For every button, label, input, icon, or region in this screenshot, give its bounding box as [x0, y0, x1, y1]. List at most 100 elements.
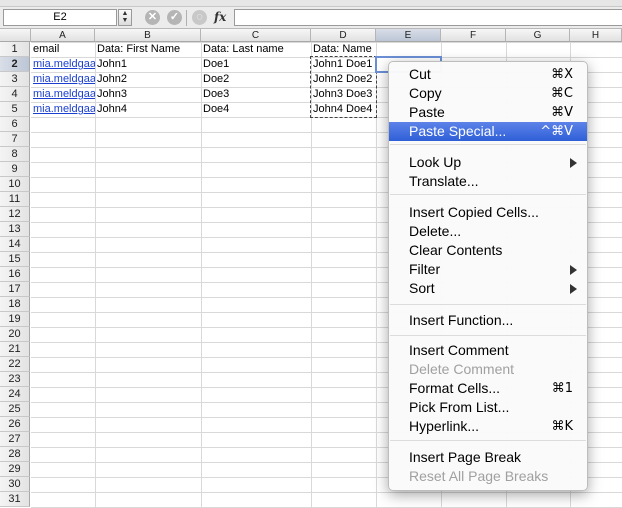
- row-header-23[interactable]: 23: [0, 372, 30, 387]
- row-header-13[interactable]: 13: [0, 222, 30, 237]
- menu-separator: [390, 144, 586, 145]
- row-header-28[interactable]: 28: [0, 447, 30, 462]
- column-header-b[interactable]: B: [95, 29, 201, 42]
- formula-bar: E2 ▲ ▼ ✕ ✓ ◌ fx: [0, 7, 622, 29]
- column-header-f[interactable]: F: [441, 29, 506, 42]
- row-header-24[interactable]: 24: [0, 387, 30, 402]
- row-header-21[interactable]: 21: [0, 342, 30, 357]
- row-header-31[interactable]: 31: [0, 492, 30, 507]
- menu-item-filter[interactable]: Filter: [389, 260, 587, 279]
- menu-item-paste-special[interactable]: Paste Special... ^⌘V: [389, 122, 587, 141]
- row-header-18[interactable]: 18: [0, 297, 30, 312]
- cell-b2[interactable]: John1: [95, 57, 201, 72]
- row-header-4[interactable]: 4: [0, 87, 30, 102]
- column-header-g[interactable]: G: [506, 29, 570, 42]
- menu-item-insert-comment[interactable]: Insert Comment: [389, 341, 587, 360]
- cell-c2[interactable]: Doe1: [201, 57, 311, 72]
- column-header-h[interactable]: H: [570, 29, 622, 42]
- cell-a5[interactable]: mia.meldgaa: [31, 102, 95, 117]
- menu-item-hyperlink[interactable]: Hyperlink... ⌘K: [389, 417, 587, 436]
- menu-item-delete-comment: Delete Comment: [409, 361, 515, 377]
- paste-shortcut: ⌘V: [551, 105, 573, 120]
- name-box-stepper[interactable]: ▲ ▼: [118, 9, 132, 26]
- cell-d1[interactable]: Data: Name: [311, 42, 376, 57]
- window-top-strip: [0, 0, 622, 7]
- cell-c3[interactable]: Doe2: [201, 72, 311, 87]
- row-header-20[interactable]: 20: [0, 327, 30, 342]
- row-header-2[interactable]: 2: [0, 57, 30, 72]
- row-header-19[interactable]: 19: [0, 312, 30, 327]
- row-header-1[interactable]: 1: [0, 42, 30, 57]
- cell-b4[interactable]: John3: [95, 87, 201, 102]
- row-header-7[interactable]: 7: [0, 132, 30, 147]
- cancel-icon[interactable]: ✕: [145, 10, 160, 25]
- cell-c4[interactable]: Doe3: [201, 87, 311, 102]
- hyperlink-shortcut: ⌘K: [551, 419, 573, 434]
- menu-item-insert-copied-cells[interactable]: Insert Copied Cells...: [389, 203, 587, 222]
- row-header-12[interactable]: 12: [0, 207, 30, 222]
- row-header-27[interactable]: 27: [0, 432, 30, 447]
- menu-separator: [390, 194, 586, 195]
- cell-a2[interactable]: mia.meldgaa: [31, 57, 95, 72]
- cell-b5[interactable]: John4: [95, 102, 201, 117]
- menu-item-format-cells[interactable]: Format Cells... ⌘1: [389, 379, 587, 398]
- row-header-10[interactable]: 10: [0, 177, 30, 192]
- menu-item-pick-from-list[interactable]: Pick From List...: [389, 398, 587, 417]
- cell-b1[interactable]: Data: First Name: [95, 42, 201, 57]
- row-header-3[interactable]: 3: [0, 72, 30, 87]
- menu-item-insert-page-break[interactable]: Insert Page Break: [389, 448, 587, 467]
- context-menu: Cut ⌘X Copy ⌘C Paste ⌘V Paste Special...…: [388, 61, 588, 491]
- row-header-5[interactable]: 5: [0, 102, 30, 117]
- menu-item-reset-all-page-breaks: Reset All Page Breaks: [409, 468, 549, 484]
- cell-a4[interactable]: mia.meldgaa: [31, 87, 95, 102]
- menu-item-look-up[interactable]: Look Up: [389, 153, 587, 172]
- cut-shortcut: ⌘X: [551, 67, 573, 82]
- menu-item-translate[interactable]: Translate...: [389, 172, 587, 191]
- row-header-26[interactable]: 26: [0, 417, 30, 432]
- menu-separator: [390, 440, 586, 441]
- formula-bar-divider: [186, 10, 187, 26]
- menu-item-cut[interactable]: Cut ⌘X: [389, 65, 587, 84]
- menu-item-delete[interactable]: Delete...: [389, 222, 587, 241]
- row-header-14[interactable]: 14: [0, 237, 30, 252]
- menu-separator: [390, 335, 586, 336]
- formula-input[interactable]: [234, 9, 622, 26]
- row-header-17[interactable]: 17: [0, 282, 30, 297]
- row-header-16[interactable]: 16: [0, 267, 30, 282]
- row-header-8[interactable]: 8: [0, 147, 30, 162]
- submenu-arrow-icon: [570, 284, 577, 294]
- row-header-15[interactable]: 15: [0, 252, 30, 267]
- function-icon[interactable]: fx: [214, 10, 226, 24]
- format-cells-shortcut: ⌘1: [551, 381, 573, 396]
- cell-c1[interactable]: Data: Last name: [201, 42, 311, 57]
- cell-b3[interactable]: John2: [95, 72, 201, 87]
- toggle-icon[interactable]: ◌: [192, 10, 207, 25]
- column-header-a[interactable]: A: [31, 29, 95, 42]
- cell-a1[interactable]: email: [31, 42, 95, 57]
- row-header-11[interactable]: 11: [0, 192, 30, 207]
- menu-item-clear-contents[interactable]: Clear Contents: [389, 241, 587, 260]
- copy-marquee: [310, 56, 377, 118]
- row-header-9[interactable]: 9: [0, 162, 30, 177]
- row-header-6[interactable]: 6: [0, 117, 30, 132]
- copy-shortcut: ⌘C: [550, 86, 573, 101]
- row-header-22[interactable]: 22: [0, 357, 30, 372]
- menu-separator: [390, 304, 586, 305]
- column-header-d[interactable]: D: [311, 29, 376, 42]
- menu-item-copy[interactable]: Copy ⌘C: [389, 84, 587, 103]
- menu-item-insert-function[interactable]: Insert Function...: [389, 311, 587, 330]
- row-header-30[interactable]: 30: [0, 477, 30, 492]
- column-header-e[interactable]: E: [376, 29, 441, 42]
- name-box[interactable]: E2: [3, 9, 117, 26]
- column-header-c[interactable]: C: [201, 29, 311, 42]
- cell-c5[interactable]: Doe4: [201, 102, 311, 117]
- paste-special-shortcut: ^⌘V: [540, 124, 573, 139]
- row-header-25[interactable]: 25: [0, 402, 30, 417]
- row-header-29[interactable]: 29: [0, 462, 30, 477]
- menu-item-paste[interactable]: Paste ⌘V: [389, 103, 587, 122]
- menu-item-sort[interactable]: Sort: [389, 279, 587, 298]
- submenu-arrow-icon: [570, 265, 577, 275]
- cell-a3[interactable]: mia.meldgaa: [31, 72, 95, 87]
- confirm-icon[interactable]: ✓: [167, 10, 182, 25]
- select-all-corner[interactable]: [0, 29, 31, 42]
